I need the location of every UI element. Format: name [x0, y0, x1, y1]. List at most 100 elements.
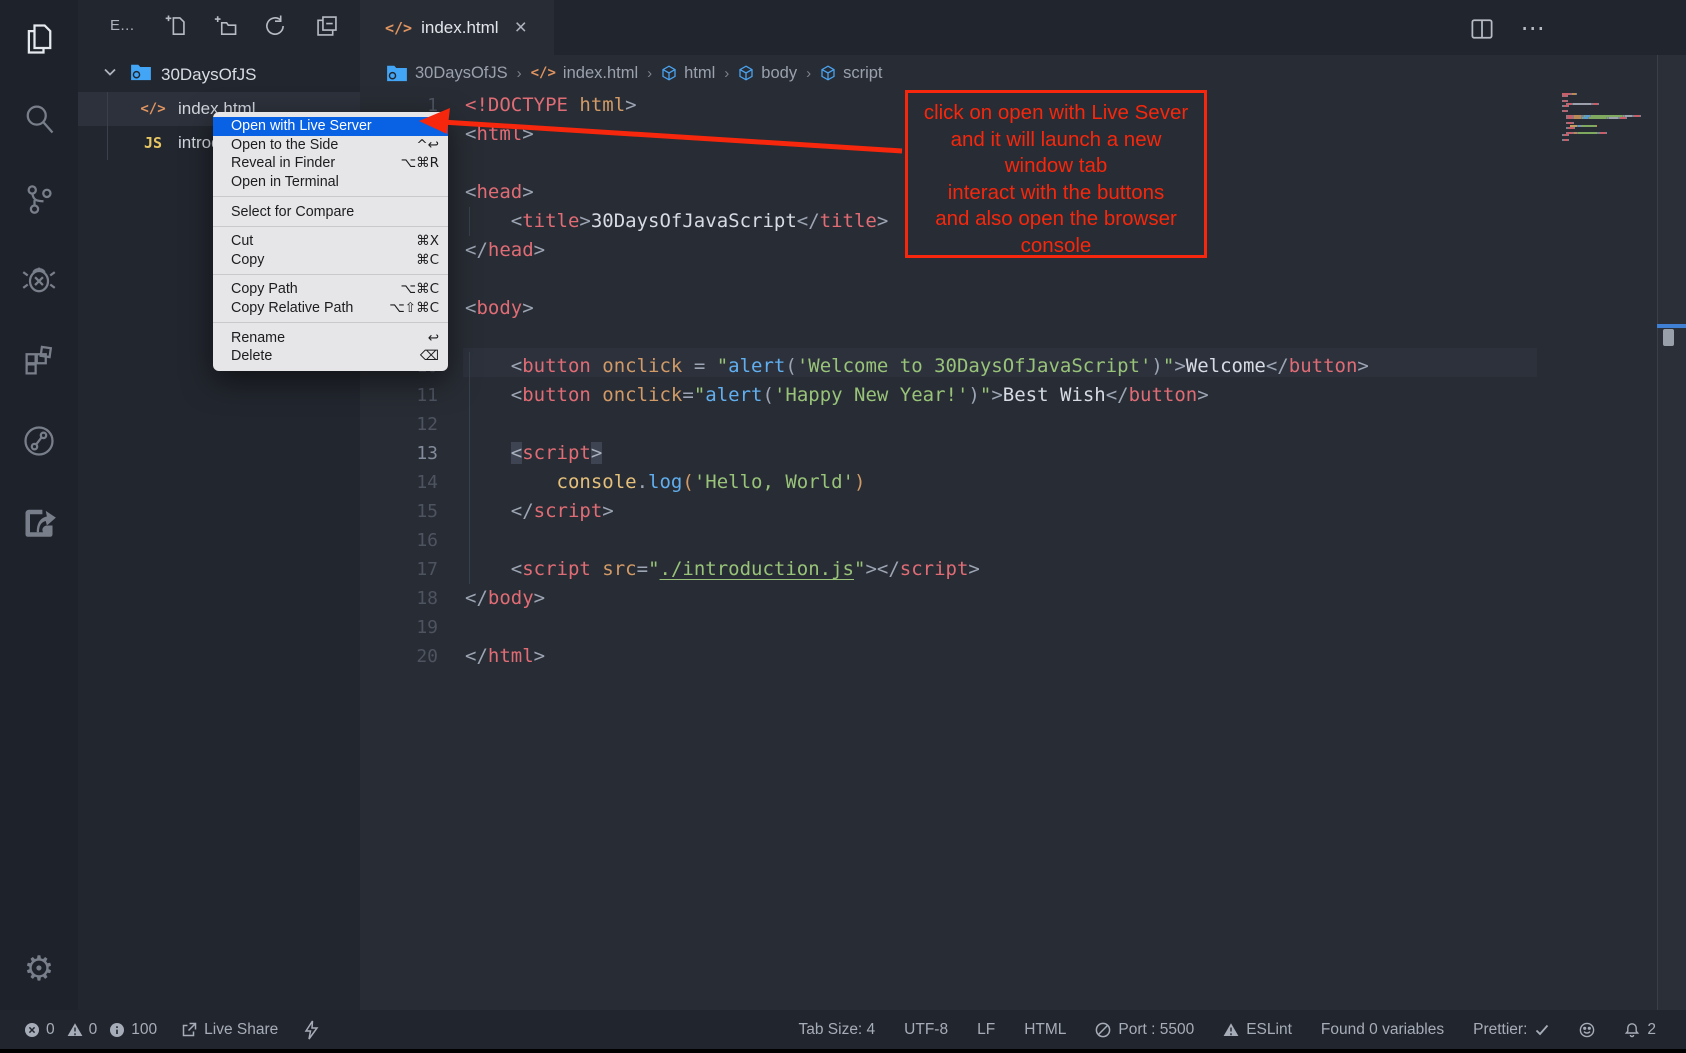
ellipsis-icon: ⋯: [1521, 24, 1546, 34]
overview-ruler[interactable]: [1657, 55, 1686, 1010]
js-file-icon: JS: [138, 134, 168, 152]
menu-item-shortcut: ⌘C: [416, 252, 439, 268]
status-language-mode[interactable]: HTML: [1024, 1021, 1066, 1039]
new-folder-button[interactable]: [210, 13, 240, 43]
status-eol[interactable]: LF: [977, 1021, 995, 1039]
menu-item-rename[interactable]: Rename↩: [213, 328, 448, 347]
more-actions-button[interactable]: ⋯: [1518, 14, 1548, 44]
menu-item-shortcut: ⌥⌘R: [401, 155, 439, 171]
menu-item-copy-relative-path[interactable]: Copy Relative Path ⌥⇧⌘C: [213, 299, 448, 318]
problem-count: 0: [46, 1021, 55, 1039]
status-tab-size[interactable]: Tab Size: 4: [798, 1021, 875, 1039]
menu-item-shortcut: ⌫: [420, 348, 439, 364]
menu-item-select-for-compare[interactable]: Select for Compare: [213, 202, 448, 221]
warning-icon: [67, 1022, 83, 1038]
scrollbar-thumb[interactable]: [1663, 329, 1674, 346]
menu-item-label: Copy: [231, 252, 264, 268]
collapse-all-button[interactable]: [312, 13, 342, 43]
problems-summary[interactable]: 00100: [24, 1021, 163, 1039]
menu-item-copy[interactable]: Copy ⌘C: [213, 251, 448, 270]
activity-item-explorer[interactable]: [0, 10, 78, 72]
tab-index-html[interactable]: </> index.html ×: [360, 0, 554, 55]
symbol-cube-icon: [820, 65, 836, 81]
menu-item-copy-path[interactable]: Copy Path⌥⌘C: [213, 280, 448, 299]
line-number: 18: [360, 584, 438, 613]
activity-item-run-debug[interactable]: [0, 251, 78, 313]
breadcrumb-item-index.html[interactable]: </>index.html: [531, 64, 639, 83]
line-number: 16: [360, 526, 438, 555]
code-line-9: 9: [360, 323, 1686, 352]
menu-item-reveal-in-finder[interactable]: Reveal in Finder⌥⌘R: [213, 154, 448, 173]
status-notifications[interactable]: 2: [1624, 1021, 1656, 1039]
activity-item-settings[interactable]: ⚙: [0, 938, 78, 1000]
close-icon[interactable]: ×: [515, 18, 527, 38]
menu-item-label: Copy Path: [231, 281, 298, 297]
status-label: ESLint: [1246, 1021, 1292, 1039]
annotation-line: click on open with Live Sever: [908, 100, 1204, 127]
status-variables[interactable]: Found 0 variables: [1321, 1021, 1444, 1039]
split-editor-button[interactable]: [1467, 14, 1497, 44]
menu-item-delete[interactable]: Delete ⌫: [213, 347, 448, 366]
status-live-share[interactable]: Live Share: [181, 1021, 278, 1039]
folder-icon: [386, 64, 408, 82]
code-text: </body>: [465, 584, 545, 613]
status-label: Found 0 variables: [1321, 1021, 1444, 1039]
activity-item-extensions[interactable]: [0, 332, 78, 394]
code-text: <!DOCTYPE html>: [465, 91, 637, 120]
code-line-13: 13 <script>: [360, 439, 1686, 468]
code-file-icon: </>: [385, 19, 412, 37]
folder-row-30daysofjs[interactable]: 30DaysOfJS: [78, 58, 360, 91]
status-feedback[interactable]: [1579, 1022, 1595, 1038]
menu-item-label: Open in Terminal: [231, 174, 339, 190]
breadcrumb-item-30DaysOfJS[interactable]: 30DaysOfJS: [386, 64, 508, 83]
code-text: <button onclick="alert('Happy New Year!'…: [465, 381, 1209, 410]
menu-item-shortcut: ⌥⇧⌘C: [389, 300, 439, 316]
activity-item-share[interactable]: [0, 492, 78, 554]
menu-item-open-to-the-side[interactable]: Open to the Side ^↩: [213, 136, 448, 155]
breadcrumb-item-html[interactable]: html: [661, 64, 715, 83]
annotation-line: and it will launch a new: [908, 127, 1204, 154]
menu-item-label: Rename: [231, 330, 285, 346]
activity-item-search[interactable]: [0, 90, 78, 152]
menu-item-label: Delete: [231, 348, 272, 364]
breadcrumb-item-body[interactable]: body: [738, 64, 797, 83]
menu-item-open-in-terminal[interactable]: Open in Terminal: [213, 173, 448, 192]
menu-separator: [213, 322, 448, 323]
status-encoding[interactable]: UTF-8: [904, 1021, 948, 1039]
refresh-button[interactable]: [260, 13, 290, 43]
status-label: LF: [977, 1021, 995, 1039]
menu-item-label: Open to the Side: [231, 137, 338, 153]
breadcrumb-separator: ›: [724, 65, 729, 82]
code-line-14: 14 console.log('Hello, World'): [360, 468, 1686, 497]
tree-indent-guide: [107, 92, 108, 160]
code-line-15: 15 </script>: [360, 497, 1686, 526]
eslint-warning-icon: [1223, 1022, 1239, 1038]
menu-item-label: Copy Relative Path: [231, 300, 353, 316]
line-number: 12: [360, 410, 438, 439]
menu-item-shortcut: ^↩: [416, 137, 439, 153]
refresh-icon: [262, 13, 288, 44]
new-file-button[interactable]: [160, 13, 190, 43]
source-control-icon: [21, 181, 57, 222]
code-line-16: 16: [360, 526, 1686, 555]
extensions-icon: [21, 343, 57, 384]
breadcrumb-label: html: [684, 64, 715, 83]
status-eslint[interactable]: ESLint: [1223, 1021, 1292, 1039]
status-prettier[interactable]: Prettier:: [1473, 1021, 1550, 1039]
minimap[interactable]: [1562, 93, 1654, 142]
menu-item-cut[interactable]: Cut⌘X: [213, 232, 448, 251]
menu-separator: [213, 274, 448, 275]
menu-item-open-with-live-server[interactable]: Open with Live Server: [213, 117, 448, 136]
annotation-line: and also open the browser: [908, 206, 1204, 233]
problem-count: 100: [131, 1021, 157, 1039]
breadcrumb-item-script[interactable]: script: [820, 64, 882, 83]
breadcrumb-separator: ›: [517, 65, 522, 82]
status-bolt[interactable]: [304, 1020, 319, 1040]
debug-icon: [21, 262, 57, 303]
activity-item-source-control[interactable]: [0, 170, 78, 232]
info-icon: [109, 1022, 125, 1038]
activity-item-live-share[interactable]: [0, 412, 78, 474]
explorer-title: E...: [110, 17, 135, 34]
status-live-server-port[interactable]: Port : 5500: [1095, 1021, 1194, 1039]
code-line-10: 10 <button onclick = "alert('Welcome to …: [360, 352, 1686, 381]
